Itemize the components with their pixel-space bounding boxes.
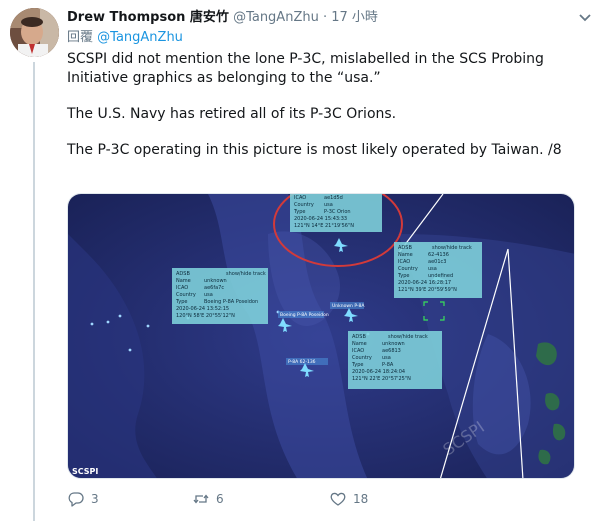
reply-count: 3 bbox=[91, 492, 99, 506]
info-value: P-3C Orion bbox=[324, 209, 351, 215]
author-name[interactable]: Drew Thompson 唐安竹 bbox=[67, 10, 229, 25]
info-label: 2020-06-24 18:24:04 bbox=[352, 369, 405, 375]
tweet-media-image[interactable]: Boeing P-8A Poseidon Unknown P-8A P-8A 6… bbox=[67, 193, 575, 479]
thread-line bbox=[33, 62, 35, 521]
tweet-paragraph: The U.S. Navy has retired all of its P-3… bbox=[67, 106, 397, 122]
info-value: usa bbox=[428, 266, 437, 272]
like-count: 18 bbox=[353, 492, 369, 506]
retweet-action[interactable]: 6 bbox=[192, 488, 224, 510]
reply-icon[interactable] bbox=[67, 490, 85, 508]
info-header: ADSB bbox=[176, 271, 190, 277]
info-label: 2020-06-24 15:43:33 bbox=[294, 216, 347, 222]
info-label: ICAO bbox=[176, 285, 188, 291]
info-value: 62-4136 bbox=[428, 252, 449, 258]
info-label: Country bbox=[352, 355, 372, 361]
info-label: 120°N 58'E 20°55'12"N bbox=[176, 313, 235, 319]
info-value: ae1d5d bbox=[324, 195, 343, 201]
track-label: P-8A 62-136 bbox=[288, 359, 316, 365]
info-value: usa bbox=[204, 292, 213, 298]
retweet-count: 6 bbox=[216, 492, 224, 506]
info-label: Name bbox=[352, 341, 367, 347]
show-hide-track-link[interactable]: show/hide track bbox=[432, 245, 472, 251]
reply-context: 回覆 @TangAnZhu bbox=[67, 28, 183, 47]
info-label: Country bbox=[398, 266, 418, 272]
info-label: Type bbox=[351, 362, 363, 368]
like-action[interactable]: 18 bbox=[329, 488, 368, 510]
tweet-actions: 3 6 18 bbox=[67, 488, 467, 510]
separator: · bbox=[322, 10, 328, 25]
info-label: 2020-06-24 13:52:15 bbox=[176, 306, 229, 312]
info-label: Country bbox=[176, 292, 196, 298]
info-value: ae6fa7c bbox=[204, 285, 224, 291]
retweet-icon[interactable] bbox=[192, 490, 210, 508]
reply-prefix: 回覆 bbox=[67, 30, 94, 45]
info-label: ICAO bbox=[398, 259, 410, 265]
info-value: ae01c3 bbox=[428, 259, 446, 265]
info-label: Country bbox=[294, 202, 314, 208]
info-header: ADSB bbox=[352, 334, 366, 340]
info-label: Name bbox=[398, 252, 413, 258]
author-handle[interactable]: @TangAnZhu bbox=[233, 10, 319, 25]
tweet-header: Drew Thompson 唐安竹 @TangAnZhu · 17 小時 bbox=[67, 8, 596, 28]
tweet-paragraph: The P-3C operating in this picture is mo… bbox=[67, 142, 562, 158]
heart-icon[interactable] bbox=[329, 490, 347, 508]
info-label: Type bbox=[397, 273, 409, 279]
timestamp[interactable]: 17 小時 bbox=[331, 10, 378, 25]
watermark-logo: SCSPI bbox=[72, 467, 98, 476]
reply-action[interactable]: 3 bbox=[67, 488, 99, 510]
info-value: undefined bbox=[428, 273, 453, 279]
info-label: Type bbox=[175, 299, 187, 305]
info-value: usa bbox=[382, 355, 391, 361]
info-value: ae6813 bbox=[382, 348, 401, 354]
info-value: usa bbox=[324, 202, 333, 208]
info-value: P-8A bbox=[382, 362, 394, 368]
track-label: Unknown P-8A bbox=[332, 303, 365, 309]
info-label: 121°N 14°E 21°19'56"N bbox=[294, 223, 354, 229]
info-label: 121°N 22'E 20°57'25"N bbox=[352, 376, 411, 382]
tweet: Drew Thompson 唐安竹 @TangAnZhu · 17 小時 回覆 … bbox=[0, 0, 606, 521]
info-header: ADSB bbox=[398, 245, 412, 251]
tweet-text: SCSPI did not mention the lone P-3C, mis… bbox=[67, 50, 587, 177]
chevron-down-icon[interactable] bbox=[576, 8, 594, 26]
show-hide-track-link[interactable]: show/hide track bbox=[226, 271, 266, 277]
info-value: Boeing P-8A Poseidon bbox=[204, 299, 258, 305]
show-hide-track-link[interactable]: show/hide track bbox=[388, 334, 428, 340]
reply-to-link[interactable]: @TangAnZhu bbox=[97, 30, 183, 45]
info-label: 121°N 39'E 20°59'59"N bbox=[398, 287, 457, 293]
info-label: Name bbox=[176, 278, 191, 284]
info-label: 2020-06-24 16:28:17 bbox=[398, 280, 451, 286]
info-value: unknown bbox=[382, 341, 405, 347]
info-value: unknown bbox=[204, 278, 227, 284]
info-label: ICAO bbox=[294, 195, 306, 201]
tweet-paragraph: SCSPI did not mention the lone P-3C, mis… bbox=[67, 51, 544, 86]
track-label: Boeing P-8A Poseidon bbox=[280, 312, 329, 318]
info-label: ICAO bbox=[352, 348, 364, 354]
info-label: Type bbox=[293, 209, 305, 215]
avatar[interactable] bbox=[10, 8, 59, 57]
